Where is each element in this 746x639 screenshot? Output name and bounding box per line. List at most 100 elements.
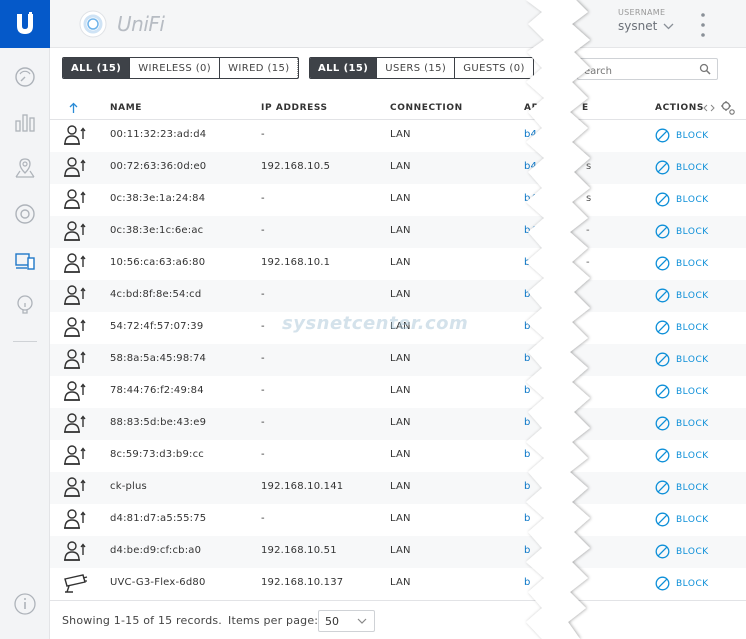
user-menu[interactable]: USERNAME sysnet <box>618 8 674 33</box>
table-row[interactable]: 10:56:ca:63:a6:80 192.168.10.1 LAN b4: - BLOC… <box>50 248 746 280</box>
column-resize-icon[interactable] <box>703 104 715 112</box>
client-ap-link[interactable]: b <box>524 481 531 492</box>
table-row[interactable]: 58:8a:5a:45:98:74 - LAN b BLOCK <box>50 344 746 376</box>
block-button[interactable]: BLOCK <box>655 320 709 335</box>
column-header-connection[interactable]: CONNECTION <box>390 103 463 113</box>
nav-dashboard[interactable] <box>0 57 50 97</box>
table-row[interactable]: d4:be:d9:cf:cb:a0 192.168.10.51 LAN b BLOCK <box>50 536 746 568</box>
client-ap-link[interactable]: b4: <box>524 129 541 140</box>
info-icon <box>14 593 36 615</box>
table-row[interactable]: 0c:38:3e:1a:24:84 - LAN b4: s BLOCK <box>50 184 746 216</box>
client-name[interactable]: UVC-G3-Flex-6d80 <box>110 577 206 588</box>
client-name[interactable]: 8c:59:73:d3:b9:cc <box>110 449 204 460</box>
block-button[interactable]: BLOCK <box>655 480 709 495</box>
client-ip: - <box>261 353 265 364</box>
nav-devices[interactable] <box>0 194 50 234</box>
table-row[interactable]: 88:83:5d:be:43:e9 - LAN b BLOCK <box>50 408 746 440</box>
filter-wired[interactable]: WIRED (15) <box>220 58 298 78</box>
client-name[interactable]: 00:11:32:23:ad:d4 <box>110 129 206 140</box>
table-row[interactable]: 0c:38:3e:1c:6e:ac - LAN b4: - BLOCK <box>50 216 746 248</box>
client-ap-link[interactable]: b <box>524 417 531 428</box>
table-row[interactable]: 78:44:76:f2:49:84 - LAN b BLOCK <box>50 376 746 408</box>
block-button[interactable]: BLOCK <box>655 192 709 207</box>
table-row[interactable]: 8c:59:73:d3:b9:cc - LAN b BLOCK <box>50 440 746 472</box>
client-ip: 192.168.10.141 <box>261 481 344 492</box>
search-icon[interactable] <box>699 63 711 75</box>
client-ap-link[interactable]: b <box>524 545 531 556</box>
block-button[interactable]: BLOCK <box>655 128 709 143</box>
client-name[interactable]: ck-plus <box>110 481 147 492</box>
column-header-ap[interactable]: AP <box>524 103 539 113</box>
client-name[interactable]: 54:72:4f:57:07:39 <box>110 321 203 332</box>
column-header-ip[interactable]: IP ADDRESS <box>261 103 328 113</box>
block-button[interactable]: BLOCK <box>655 352 709 367</box>
client-ap-link[interactable]: b4 <box>524 289 537 300</box>
ubiquiti-logo[interactable] <box>0 0 50 48</box>
client-ap-link[interactable]: b <box>524 577 531 588</box>
table-row[interactable]: 4c:bd:8f:8e:54:cd - LAN b4 BLOCK <box>50 280 746 312</box>
client-ap-link[interactable]: b <box>524 385 531 396</box>
client-name[interactable]: 10:56:ca:63:a6:80 <box>110 257 205 268</box>
user-device-icon <box>63 220 87 246</box>
client-type-filter: ALL (15) USERS (15) GUESTS (0) <box>309 57 534 79</box>
client-name[interactable]: 4c:bd:8f:8e:54:cd <box>110 289 201 300</box>
nav-about[interactable] <box>0 584 50 624</box>
filter-all-clients[interactable]: ALL (15) <box>310 58 378 78</box>
sort-ascending-icon[interactable] <box>69 102 78 114</box>
client-name[interactable]: 88:83:5d:be:43:e9 <box>110 417 206 428</box>
username-row: sysnet <box>618 19 674 33</box>
table-row[interactable]: 00:72:63:36:0d:e0 192.168.10.5 LAN b4: s BLOC… <box>50 152 746 184</box>
kebab-icon <box>701 13 705 37</box>
nav-statistics[interactable] <box>0 102 50 142</box>
client-name[interactable]: 00:72:63:36:0d:e0 <box>110 161 206 172</box>
client-ap-link[interactable]: b <box>524 321 531 332</box>
table-row[interactable]: UVC-G3-Flex-6d80 192.168.10.137 LAN b BLOCK <box>50 568 746 600</box>
table-row[interactable]: 00:11:32:23:ad:d4 - LAN b4: BLOCK <box>50 120 746 152</box>
block-button[interactable]: BLOCK <box>655 224 709 239</box>
client-ap-link[interactable]: b <box>524 449 531 460</box>
client-ap-link[interactable]: b <box>524 353 531 364</box>
records-summary: Showing 1-15 of 15 records. <box>62 614 223 627</box>
client-ap-link[interactable]: b <box>524 513 531 524</box>
block-button[interactable]: BLOCK <box>655 256 709 271</box>
client-name[interactable]: d4:81:d7:a5:55:75 <box>110 513 206 524</box>
filter-users[interactable]: USERS (15) <box>377 58 456 78</box>
client-ap-link[interactable]: b4: <box>524 193 541 204</box>
block-button[interactable]: BLOCK <box>655 512 709 527</box>
client-name[interactable]: 0c:38:3e:1a:24:84 <box>110 193 205 204</box>
brand-name: UniFi <box>117 12 165 36</box>
client-name[interactable]: 78:44:76:f2:49:84 <box>110 385 204 396</box>
block-button[interactable]: BLOCK <box>655 160 709 175</box>
block-button[interactable]: BLOCK <box>655 416 709 431</box>
block-button[interactable]: BLOCK <box>655 576 709 591</box>
column-settings-gear-icon[interactable] <box>720 100 736 116</box>
client-ap-link[interactable]: b4: <box>524 161 541 172</box>
client-name[interactable]: 0c:38:3e:1c:6e:ac <box>110 225 203 236</box>
block-label: BLOCK <box>676 418 709 429</box>
block-label: BLOCK <box>676 226 709 237</box>
block-button[interactable]: BLOCK <box>655 544 709 559</box>
more-menu-button[interactable] <box>700 12 706 42</box>
client-name[interactable]: 58:8a:5a:45:98:74 <box>110 353 206 364</box>
filter-guests[interactable]: GUESTS (0) <box>455 58 533 78</box>
items-per-page-select[interactable]: 50 <box>318 610 375 632</box>
table-row[interactable]: d4:81:d7:a5:55:75 - LAN b BLOCK <box>50 504 746 536</box>
client-ap-link[interactable]: b4: <box>524 225 541 236</box>
table-row[interactable]: ck-plus 192.168.10.141 LAN b BLOCK <box>50 472 746 504</box>
block-button[interactable]: BLOCK <box>655 384 709 399</box>
search-input[interactable] <box>578 61 693 82</box>
column-header-partial[interactable]: E <box>582 103 589 113</box>
user-device-icon <box>63 252 87 278</box>
filter-all-connections[interactable]: ALL (15) <box>63 58 131 78</box>
nav-clients[interactable] <box>0 241 50 281</box>
brand[interactable]: UniFi <box>79 10 165 38</box>
nav-map[interactable] <box>0 148 50 188</box>
client-ap-link[interactable]: b4: <box>524 257 541 268</box>
block-button[interactable]: BLOCK <box>655 288 709 303</box>
statistics-icon <box>15 114 35 132</box>
column-header-name[interactable]: NAME <box>110 103 142 113</box>
client-name[interactable]: d4:be:d9:cf:cb:a0 <box>110 545 201 556</box>
filter-wireless[interactable]: WIRELESS (0) <box>130 58 221 78</box>
nav-insights[interactable] <box>0 285 50 325</box>
block-button[interactable]: BLOCK <box>655 448 709 463</box>
